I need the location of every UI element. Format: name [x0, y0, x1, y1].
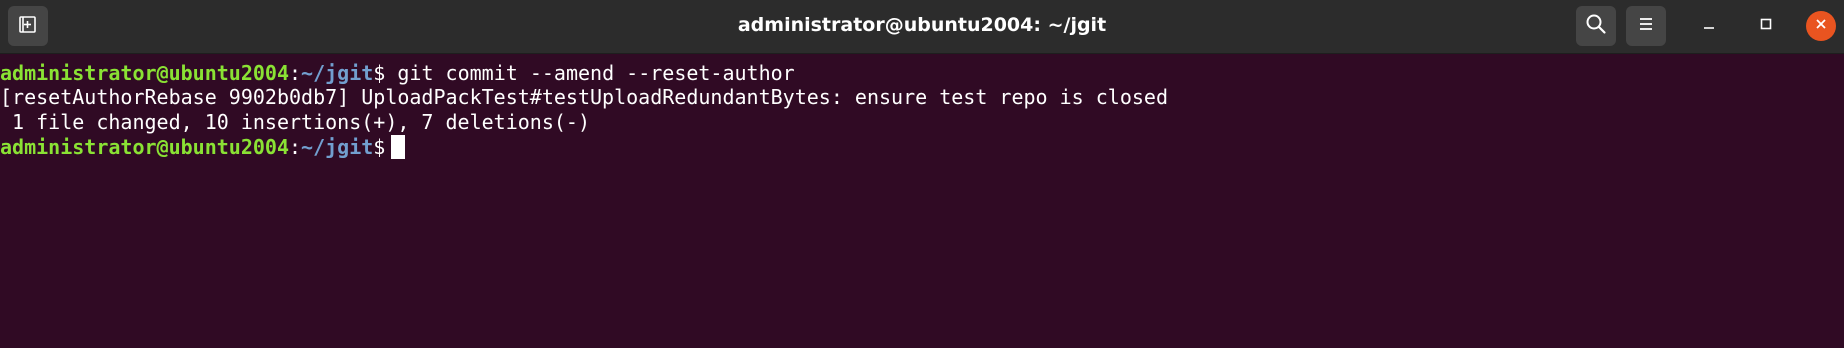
menu-button[interactable] — [1626, 6, 1666, 46]
close-button[interactable] — [1806, 11, 1836, 41]
terminal-line-commit-output: [resetAuthorRebase 9902b0db7] UploadPack… — [0, 85, 1168, 109]
terminal-line-diffstat: 1 file changed, 10 insertions(+), 7 dele… — [0, 110, 591, 134]
terminal-window: administrator@ubuntu2004: ~/jgit adminis… — [0, 0, 1844, 348]
terminal-line-prompt-command: administrator@ubuntu2004:~/jgit$ git com… — [0, 60, 795, 86]
hamburger-menu-icon — [1637, 16, 1655, 37]
prompt-separator: : — [288, 61, 302, 85]
terminal-cursor — [391, 135, 406, 159]
prompt-dollar: $ — [373, 61, 386, 85]
close-icon — [1814, 17, 1828, 36]
maximize-button[interactable] — [1750, 10, 1782, 42]
maximize-icon — [1759, 17, 1773, 36]
terminal-output[interactable]: administrator@ubuntu2004:~/jgit$ git com… — [0, 54, 1844, 348]
title-bar[interactable]: administrator@ubuntu2004: ~/jgit — [0, 0, 1844, 54]
command-text: git commit --amend --reset-author — [385, 61, 795, 85]
minimize-button[interactable] — [1693, 10, 1725, 42]
search-button[interactable] — [1576, 6, 1616, 46]
prompt-separator: : — [288, 135, 302, 159]
prompt-path: ~/jgit — [301, 61, 374, 85]
window-title: administrator@ubuntu2004: ~/jgit — [737, 14, 1107, 36]
search-icon — [1585, 13, 1607, 40]
prompt-dollar: $ — [373, 135, 386, 159]
terminal-line-prompt-current: administrator@ubuntu2004:~/jgit$ — [0, 134, 406, 160]
prompt-path: ~/jgit — [301, 135, 374, 159]
prompt-user-host: administrator@ubuntu2004 — [0, 135, 289, 159]
prompt-user-host: administrator@ubuntu2004 — [0, 61, 289, 85]
minimize-icon — [1702, 17, 1716, 36]
